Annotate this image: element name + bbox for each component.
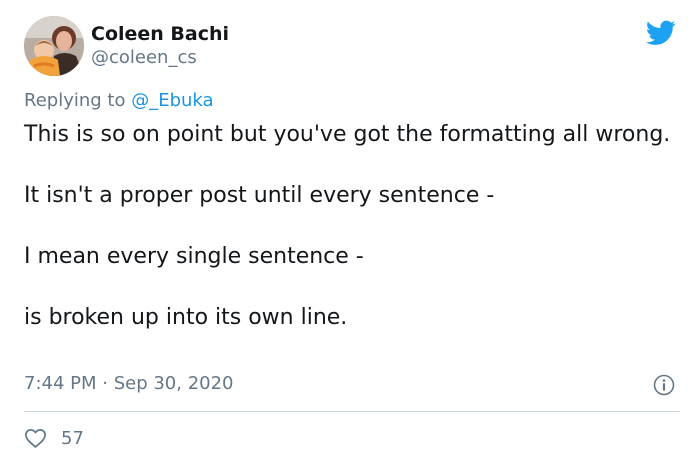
author-display-name[interactable]: Coleen Bachi (91, 22, 229, 46)
tweet-line: is broken up into its own line. (24, 305, 348, 330)
twitter-bird-icon[interactable] (646, 20, 676, 46)
divider (24, 411, 680, 412)
tweet-line: This is so on point but you've got the f… (24, 122, 671, 147)
avatar-image (24, 16, 84, 76)
reply-mention-link[interactable]: @_Ebuka (131, 90, 213, 111)
tweet-text: This is so on point but you've got the f… (24, 120, 684, 333)
tweet-timestamp[interactable]: 7:44 PM · Sep 30, 2020 (24, 372, 234, 396)
heart-icon[interactable] (24, 427, 47, 449)
reply-context: Replying to @_Ebuka (24, 89, 214, 113)
reply-prefix: Replying to (24, 90, 126, 111)
tweet-line: I mean every single sentence - (24, 244, 364, 269)
author-handle[interactable]: @coleen_cs (91, 46, 229, 70)
tweet-card: Coleen Bachi @coleen_cs Replying to @_Eb… (0, 0, 700, 467)
author-names: Coleen Bachi @coleen_cs (91, 22, 229, 70)
like-count: 57 (61, 428, 84, 449)
tweet-line: It isn't a proper post until every sente… (24, 183, 495, 208)
info-icon[interactable] (652, 373, 676, 397)
tweet-header: Coleen Bachi @coleen_cs (24, 16, 684, 80)
avatar[interactable] (24, 16, 84, 76)
